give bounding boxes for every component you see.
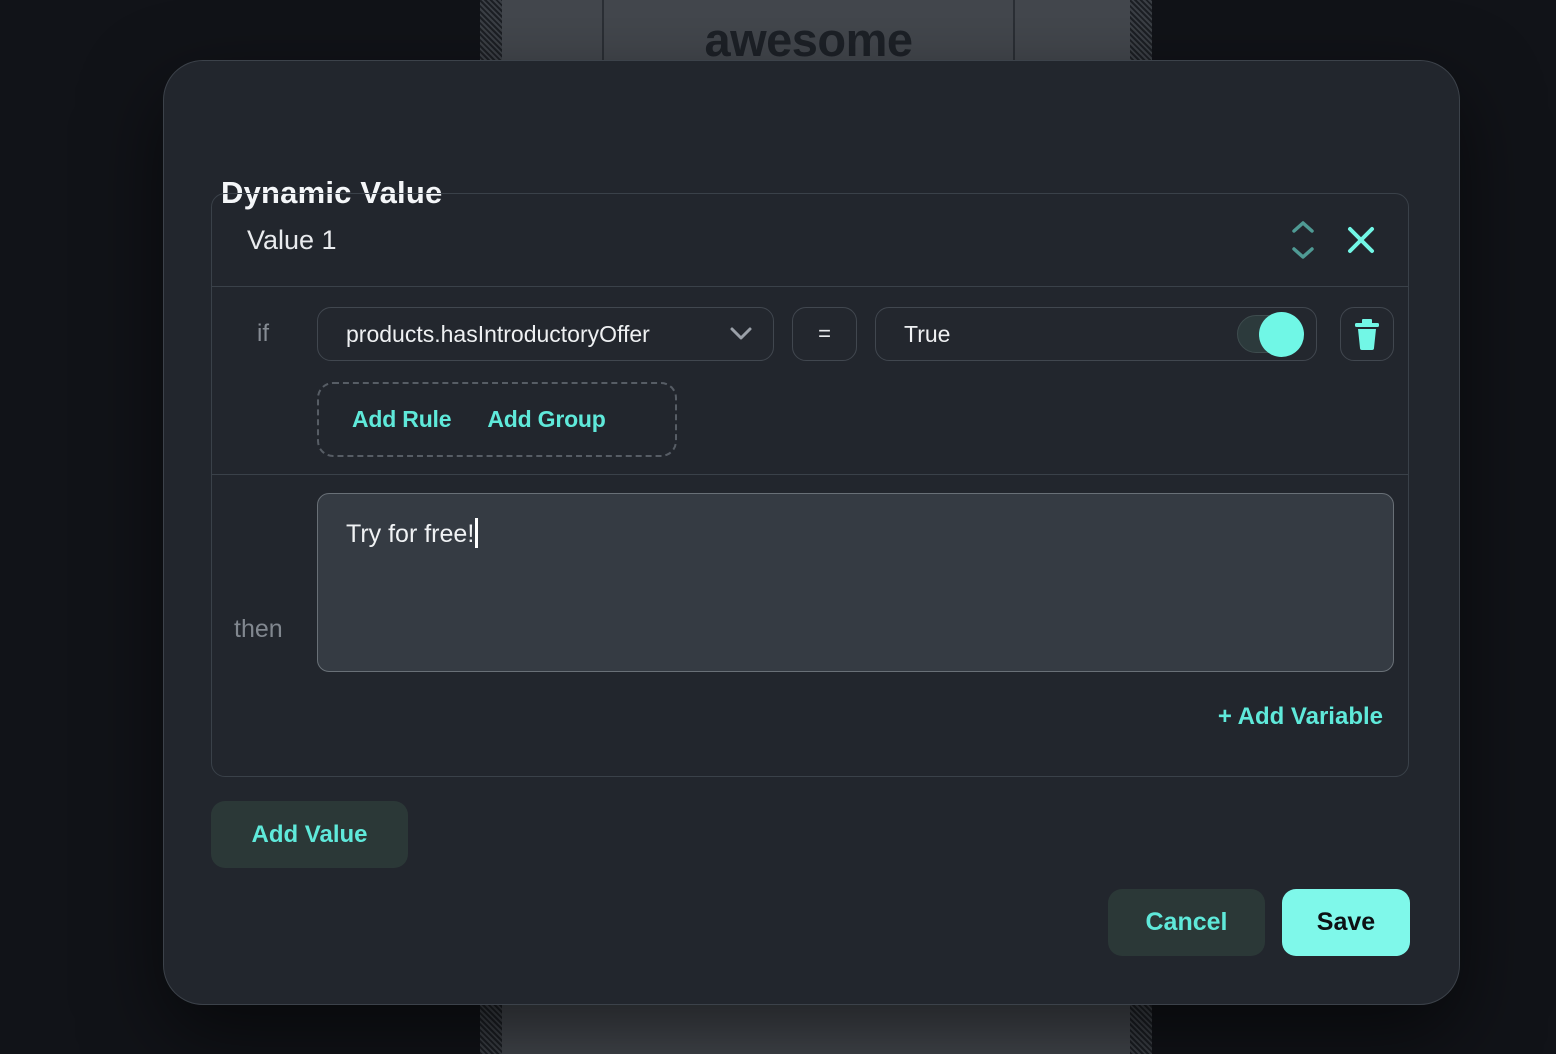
chevron-up-down-icon <box>1290 219 1316 261</box>
close-value-button[interactable] <box>1346 225 1376 255</box>
result-text-input[interactable]: Try for free! <box>317 493 1394 672</box>
delete-rule-button[interactable] <box>1340 307 1394 361</box>
add-variable-button[interactable]: + Add Variable <box>1218 703 1383 731</box>
condition-value-field: True <box>875 307 1317 361</box>
value-card-header: Value 1 <box>212 194 1408 287</box>
operator-button[interactable]: = <box>792 307 857 361</box>
add-rule-group-box: Add Rule Add Group <box>317 382 677 457</box>
chevron-down-icon <box>729 326 753 342</box>
add-group-button[interactable]: Add Group <box>487 406 605 433</box>
add-value-button[interactable]: Add Value <box>211 801 408 868</box>
background-headline-line1: The start of an <box>604 0 1013 10</box>
trash-icon <box>1352 318 1382 350</box>
add-rule-button[interactable]: Add Rule <box>352 406 451 433</box>
close-icon <box>1346 225 1376 255</box>
result-section: then Try for free! + Add Variable <box>212 474 1408 778</box>
result-text-value: Try for free! <box>346 520 474 548</box>
then-label: then <box>234 615 283 644</box>
operator-value: = <box>818 321 831 347</box>
value-card: Value 1 <box>211 193 1409 777</box>
condition-row: products.hasIntroductoryOffer = True <box>317 307 1394 361</box>
condition-value-label: True <box>904 321 950 348</box>
save-button[interactable]: Save <box>1282 889 1410 956</box>
value-card-controls <box>1290 219 1376 261</box>
toggle-knob-icon <box>1259 312 1304 357</box>
reorder-button[interactable] <box>1290 219 1316 261</box>
condition-field-value: products.hasIntroductoryOffer <box>346 321 650 348</box>
condition-field-dropdown[interactable]: products.hasIntroductoryOffer <box>317 307 774 361</box>
value-card-title: Value 1 <box>247 225 337 256</box>
text-cursor <box>475 518 478 548</box>
cancel-button[interactable]: Cancel <box>1108 889 1265 956</box>
condition-section: if products.hasIntroductoryOffer = True <box>212 287 1408 474</box>
if-label: if <box>257 307 269 361</box>
dynamic-value-modal: Dynamic Value Value 1 <box>163 60 1460 1005</box>
boolean-toggle[interactable] <box>1237 315 1303 353</box>
